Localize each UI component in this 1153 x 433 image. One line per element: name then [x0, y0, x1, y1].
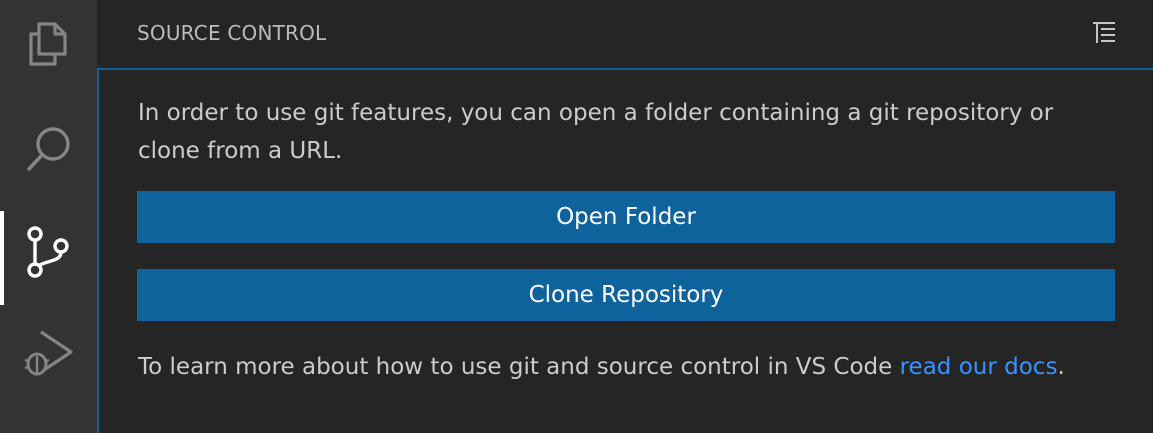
source-control-icon: [25, 224, 73, 280]
search-icon: [23, 123, 75, 175]
welcome-message: In order to use git features, you can op…: [138, 100, 1054, 164]
learn-more-suffix: .: [1057, 354, 1065, 380]
sidebar-header: SOURCE CONTROL: [97, 0, 1153, 68]
open-folder-button[interactable]: Open Folder: [137, 191, 1115, 243]
files-icon: [25, 20, 73, 68]
clone-repository-button[interactable]: Clone Repository: [137, 269, 1115, 321]
source-control-welcome-view: In order to use git features, you can op…: [97, 68, 1153, 433]
activity-item-run-debug[interactable]: [0, 305, 97, 403]
activity-item-search[interactable]: [0, 100, 97, 198]
sidebar-title: SOURCE CONTROL: [137, 21, 327, 45]
read-docs-link[interactable]: read our docs: [900, 354, 1058, 380]
activity-item-explorer[interactable]: [0, 0, 97, 93]
sidebar: SOURCE CONTROL In order to use git featu…: [97, 0, 1153, 433]
view-as-tree-icon[interactable]: [1091, 20, 1117, 46]
learn-more-text: To learn more about how to use git and s…: [138, 348, 1065, 386]
activity-bar: [0, 0, 97, 433]
run-debug-icon: [21, 326, 77, 382]
learn-more-prefix: To learn more about how to use git and s…: [138, 354, 900, 380]
vscode-window: SOURCE CONTROL In order to use git featu…: [0, 0, 1153, 433]
activity-item-source-control[interactable]: [0, 203, 97, 305]
